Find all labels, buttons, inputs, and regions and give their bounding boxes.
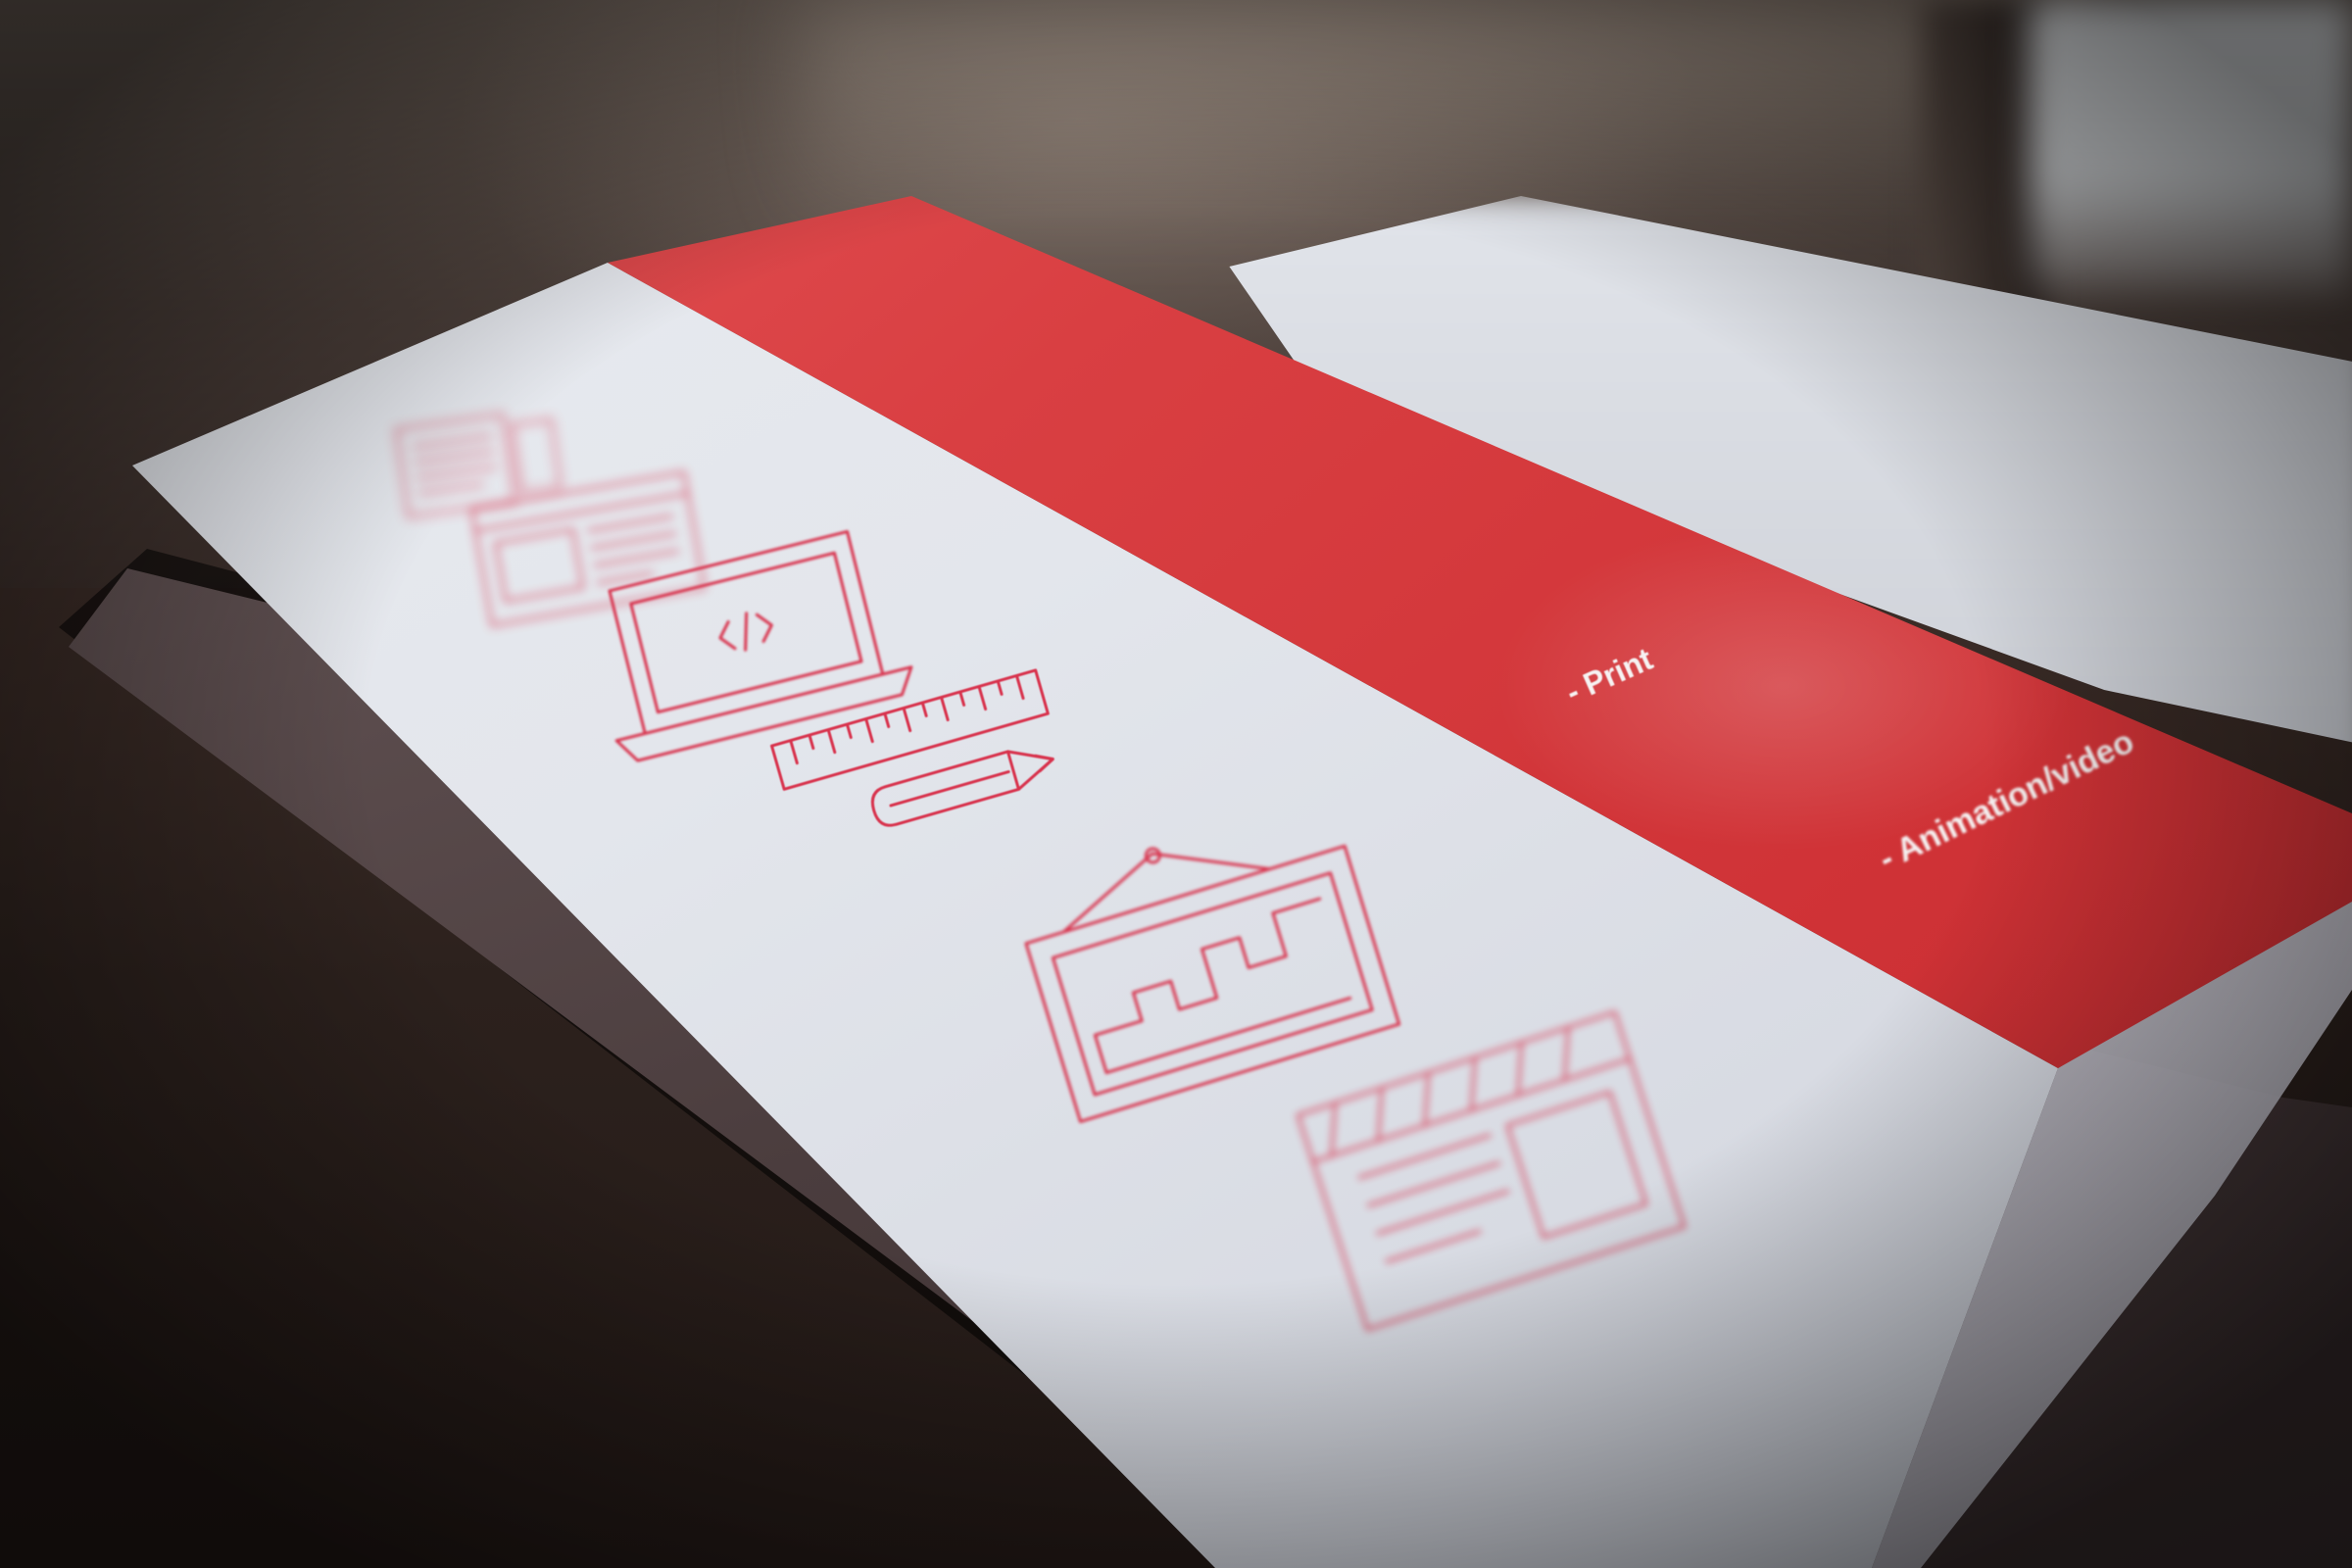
window-glow: [2029, 0, 2352, 294]
wall-light: [804, 0, 2078, 235]
photo-scene: - Print - Animation/video: [0, 0, 2352, 1568]
